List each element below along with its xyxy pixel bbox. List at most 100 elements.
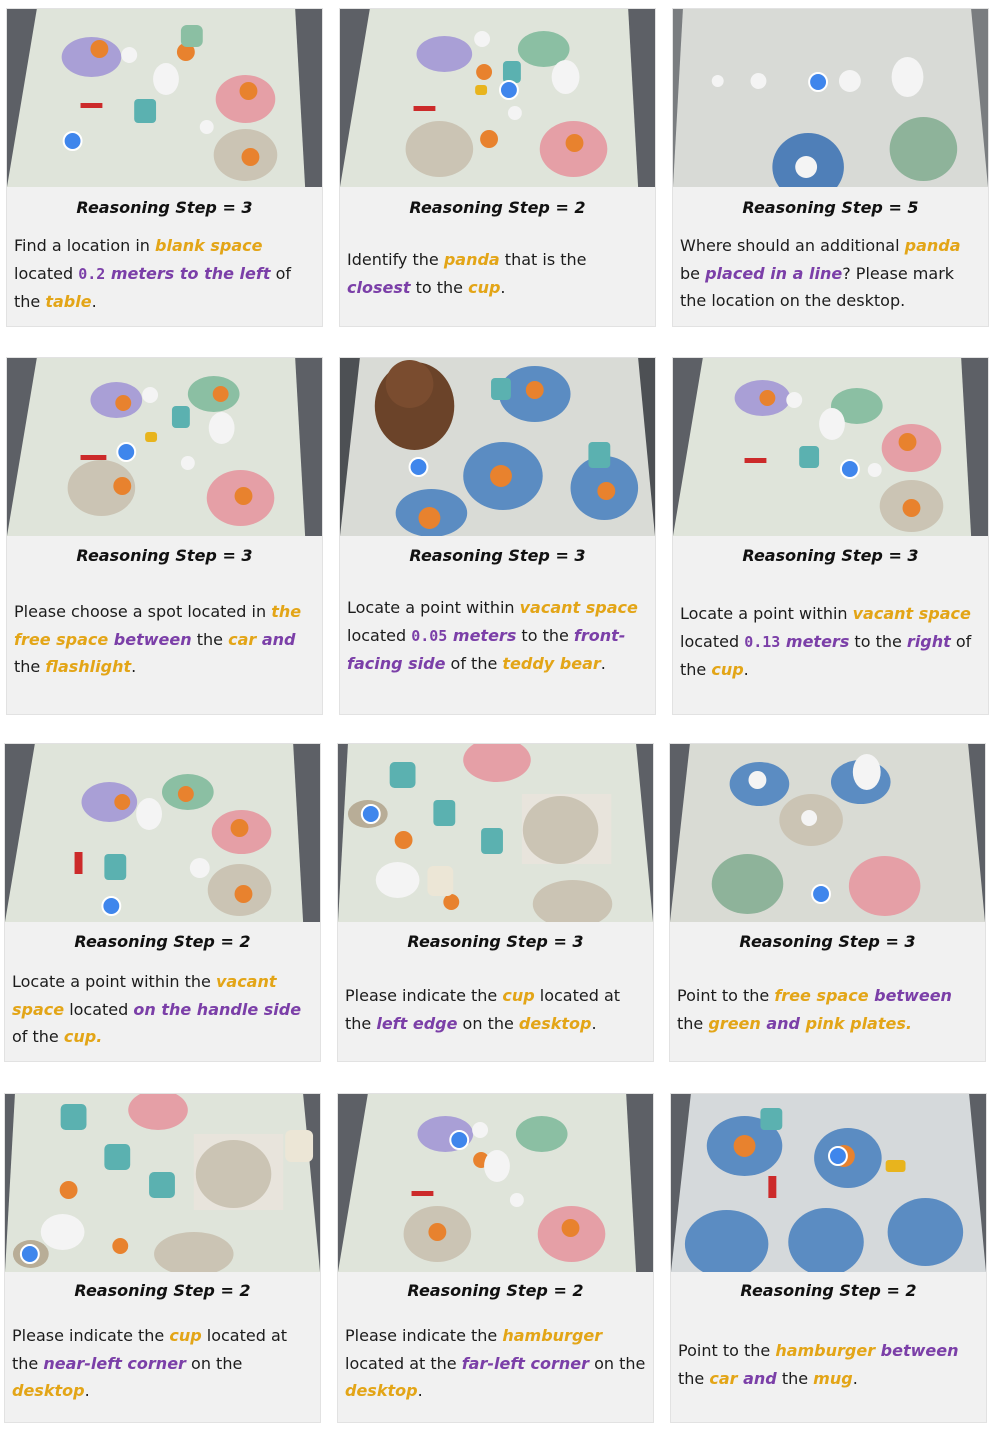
caption-text: . — [131, 657, 137, 676]
example-card: Reasoning Step = 3 Locate a point within… — [672, 357, 989, 715]
object-highlight: panda — [904, 236, 961, 255]
reasoning-step-label: Reasoning Step = 2 — [409, 198, 586, 217]
caption-text: on the — [185, 1353, 243, 1373]
reasoning-step-label: Reasoning Step = 2 — [74, 932, 251, 951]
example-card: Reasoning Step = 2 Identify the panda th… — [339, 8, 656, 327]
scene-photo — [5, 1094, 320, 1272]
reasoning-step-label: Reasoning Step = 3 — [76, 546, 253, 565]
caption-text: Where should an additional — [680, 236, 905, 255]
relation-highlight: between — [108, 629, 192, 649]
example-card: Reasoning Step = 2 Point to the hamburge… — [670, 1093, 987, 1423]
target-point-marker — [360, 804, 381, 824]
caption-text: the — [14, 657, 46, 676]
reasoning-step-label: Reasoning Step = 3 — [739, 932, 916, 951]
distance-value: 0.13 — [744, 632, 781, 651]
caption-text: the — [678, 1368, 710, 1388]
scene-photo — [5, 744, 320, 922]
reasoning-step-label: Reasoning Step = 3 — [407, 932, 584, 951]
caption-text: Point to the — [677, 986, 775, 1005]
reasoning-step-label: Reasoning Step = 2 — [74, 1281, 251, 1300]
caption-text: of the — [445, 654, 503, 673]
instruction-caption: Locate a point within vacant space locat… — [347, 594, 650, 678]
object-highlight: panda — [443, 250, 500, 269]
object-highlight: cup — [711, 660, 744, 679]
instruction-caption: Please indicate the hamburger located at… — [345, 1322, 648, 1405]
example-card: Reasoning Step = 3 Point to the free spa… — [669, 743, 986, 1062]
reasoning-step-label: Reasoning Step = 3 — [409, 546, 586, 565]
caption-text: Please indicate the — [345, 986, 503, 1005]
object-highlight: blank space — [155, 236, 263, 255]
caption-text: . — [500, 277, 506, 297]
caption-text: . — [743, 660, 749, 679]
object-highlight: car — [228, 629, 257, 649]
object-highlight: green — [708, 1013, 761, 1033]
scene-photo — [340, 358, 655, 536]
relation-highlight: between — [875, 1341, 959, 1360]
caption-text: . — [600, 654, 606, 673]
object-highlight: flashlight — [45, 657, 132, 676]
caption-text: located — [347, 625, 412, 645]
relation-highlight: far-left corner — [461, 1353, 590, 1373]
object-highlight: cup. — [63, 1027, 103, 1046]
instruction-caption: Please indicate the cup located at the n… — [12, 1322, 315, 1405]
instruction-caption: Point to the free space between the gree… — [677, 982, 980, 1037]
caption-text: that is the — [499, 250, 587, 269]
relation-highlight: left edge — [376, 1013, 458, 1033]
target-point-marker — [839, 459, 860, 479]
scene-photo — [673, 9, 988, 187]
caption-text: to the — [516, 625, 574, 645]
caption-text: . — [591, 1013, 597, 1033]
target-point-marker — [449, 1130, 470, 1150]
caption-text: located — [680, 631, 745, 651]
example-card: Reasoning Step = 5 Where should an addit… — [672, 8, 989, 327]
caption-text: Locate a point within the — [12, 972, 216, 991]
relation-highlight: closest — [347, 277, 411, 297]
caption-text: to the — [849, 631, 907, 651]
target-point-marker — [811, 884, 831, 904]
object-highlight: hamburger — [775, 1341, 876, 1360]
object-highlight: teddy bear — [502, 654, 601, 673]
example-card: Reasoning Step = 3 Find a location in bl… — [6, 8, 323, 327]
target-point-marker — [19, 1244, 40, 1264]
caption-text: of the — [12, 1027, 64, 1046]
target-point-marker — [116, 442, 137, 462]
example-card: Reasoning Step = 2 Please indicate the h… — [337, 1093, 654, 1423]
instruction-caption: Identify the panda that is the closest t… — [347, 246, 650, 301]
caption-text: located at the — [345, 1353, 462, 1373]
reasoning-step-label: Reasoning Step = 3 — [76, 198, 253, 217]
caption-text: . — [852, 1368, 858, 1388]
object-highlight: car — [709, 1368, 738, 1388]
object-highlight: cup — [468, 277, 501, 297]
relation-highlight: meters to the left — [105, 263, 271, 283]
example-card: Reasoning Step = 3 Please choose a spot … — [6, 357, 323, 715]
example-card: Reasoning Step = 2 Please indicate the c… — [4, 1093, 321, 1423]
target-point-marker — [808, 72, 829, 92]
reasoning-step-label: Reasoning Step = 2 — [740, 1281, 917, 1300]
caption-text: . — [91, 292, 97, 311]
target-point-marker — [498, 80, 519, 100]
distance-value: 0.2 — [78, 264, 106, 283]
caption-text: to the — [410, 277, 469, 297]
caption-text: Locate a point within — [347, 598, 520, 617]
object-highlight: free space — [774, 986, 869, 1005]
target-point-marker — [408, 457, 429, 477]
relation-highlight: meters — [780, 631, 850, 651]
scene-photo — [7, 9, 322, 187]
object-highlight: mug — [813, 1368, 853, 1388]
caption-text: Locate a point within — [680, 604, 853, 623]
instruction-caption: Please choose a spot located in the free… — [14, 598, 317, 681]
caption-text: located — [14, 263, 79, 283]
distance-value: 0.05 — [411, 626, 448, 645]
caption-text: Please choose a spot located in — [14, 602, 272, 621]
relation-highlight: right — [906, 631, 951, 651]
object-highlight: pink plates. — [800, 1013, 912, 1033]
object-highlight: desktop — [518, 1013, 592, 1033]
target-point-marker — [828, 1146, 848, 1166]
relation-highlight: on the handle side — [133, 999, 302, 1019]
reasoning-step-label: Reasoning Step = 2 — [407, 1281, 584, 1300]
relation-highlight: near-left corner — [43, 1353, 186, 1373]
caption-text: on the — [589, 1353, 646, 1373]
instruction-caption: Locate a point within the vacant space l… — [12, 968, 315, 1051]
caption-text: Point to the — [678, 1341, 776, 1360]
relation-highlight: between — [868, 986, 952, 1005]
